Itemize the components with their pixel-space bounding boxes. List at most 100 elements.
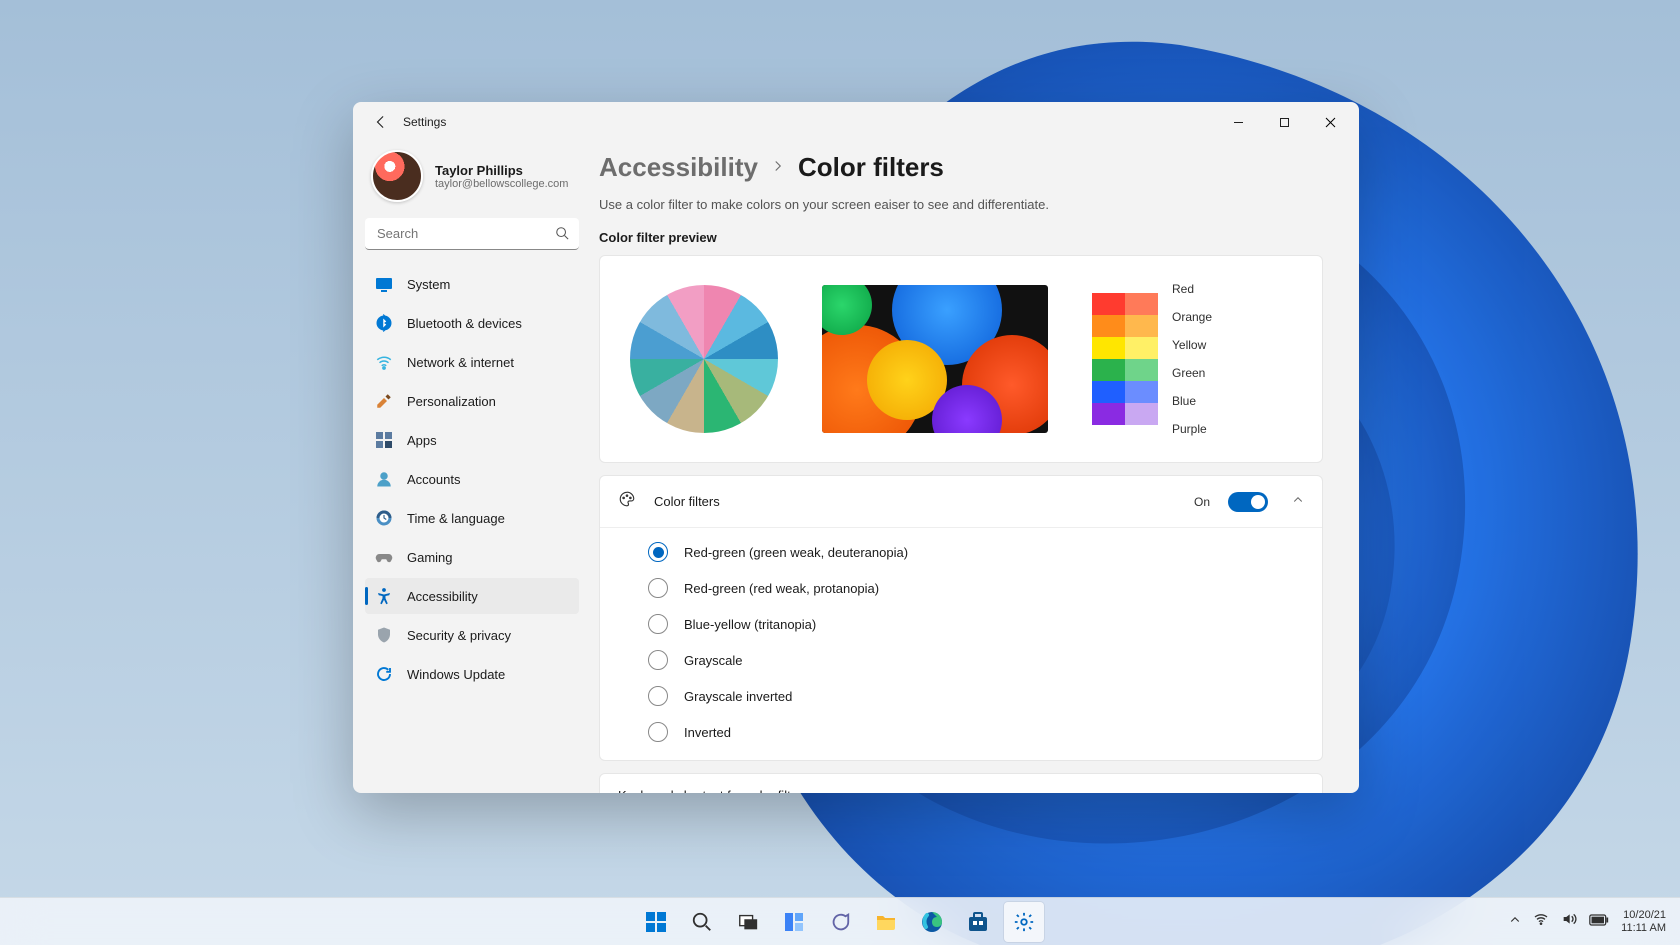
tray-overflow-icon[interactable] [1509, 913, 1521, 931]
back-button[interactable] [369, 110, 393, 134]
widgets-button[interactable] [774, 902, 814, 942]
system-icon [375, 275, 393, 293]
taskbar: 10/20/21 11:11 AM [0, 897, 1680, 945]
sidebar-item-label: Windows Update [407, 667, 505, 682]
color-filters-header[interactable]: Color filters On [600, 476, 1322, 528]
swatch [1092, 315, 1125, 337]
sidebar-item-update[interactable]: Windows Update [365, 656, 579, 692]
color-swatches: RedOrangeYellowGreenBluePurple [1092, 278, 1212, 440]
clock[interactable]: 10/20/21 11:11 AM [1621, 909, 1666, 935]
filter-option-label: Blue-yellow (tritanopia) [684, 617, 816, 632]
settings-window: Settings Taylor Phillips taylor@bellowsc… [353, 102, 1359, 793]
filter-option-label: Grayscale inverted [684, 689, 792, 704]
accounts-icon [375, 470, 393, 488]
swatch [1125, 359, 1158, 381]
swatch-label: Orange [1172, 306, 1212, 328]
sidebar-item-label: Network & internet [407, 355, 514, 370]
sidebar-item-personalization[interactable]: Personalization [365, 383, 579, 419]
profile-name: Taylor Phillips [435, 163, 568, 178]
volume-icon[interactable] [1561, 911, 1577, 932]
chevron-up-icon [1292, 493, 1304, 511]
sidebar-item-label: Apps [407, 433, 437, 448]
radio-icon [648, 614, 668, 634]
preview-label: Color filter preview [599, 230, 1323, 245]
filter-option[interactable]: Blue-yellow (tritanopia) [648, 606, 1322, 642]
filter-option[interactable]: Inverted [648, 714, 1322, 750]
nav: System Bluetooth & devices Network & inter… [365, 266, 579, 692]
shortcut-header[interactable]: Keyboard shortcut for color filters Pres… [600, 774, 1322, 793]
sidebar-item-bluetooth[interactable]: Bluetooth & devices [365, 305, 579, 341]
breadcrumb-parent[interactable]: Accessibility [599, 152, 758, 183]
content: Accessibility Color filters Use a color … [591, 142, 1359, 793]
page-description: Use a color filter to make colors on you… [599, 197, 1323, 212]
shortcut-title: Keyboard shortcut for color filters [618, 788, 1212, 793]
start-button[interactable] [636, 902, 676, 942]
filter-option[interactable]: Grayscale [648, 642, 1322, 678]
shield-icon [375, 626, 393, 644]
store-button[interactable] [958, 902, 998, 942]
edge-button[interactable] [912, 902, 952, 942]
swatch [1092, 293, 1125, 315]
settings-taskbar-button[interactable] [1004, 902, 1044, 942]
filter-option[interactable]: Red-green (green weak, deuteranopia) [648, 534, 1322, 570]
network-icon [375, 353, 393, 371]
sidebar-item-label: Gaming [407, 550, 453, 565]
bluetooth-icon [375, 314, 393, 332]
profile-email: taylor@bellowscollege.com [435, 178, 568, 190]
close-button[interactable] [1307, 106, 1353, 138]
gaming-icon [375, 548, 393, 566]
radio-icon [648, 542, 668, 562]
color-wheel [630, 285, 778, 433]
taskbar-search-button[interactable] [682, 902, 722, 942]
swatch [1125, 293, 1158, 315]
palette-icon [618, 490, 636, 513]
breadcrumb: Accessibility Color filters [599, 152, 1323, 183]
filter-option[interactable]: Grayscale inverted [648, 678, 1322, 714]
sidebar-item-label: Accounts [407, 472, 460, 487]
sidebar-item-label: Security & privacy [407, 628, 511, 643]
swatch [1125, 337, 1158, 359]
sidebar-item-label: Time & language [407, 511, 505, 526]
sidebar-item-shield[interactable]: Security & privacy [365, 617, 579, 653]
color-filters-card: Color filters On Red-green (green weak, … [599, 475, 1323, 761]
sample-photo [822, 285, 1048, 433]
sidebar-item-time[interactable]: Time & language [365, 500, 579, 536]
swatch-label: Green [1172, 362, 1212, 384]
titlebar: Settings [353, 102, 1359, 142]
taskbar-center [636, 902, 1044, 942]
file-explorer-button[interactable] [866, 902, 906, 942]
user-profile[interactable]: Taylor Phillips taylor@bellowscollege.co… [365, 142, 579, 218]
search-input[interactable] [365, 218, 579, 250]
clock-time: 11:11 AM [1621, 922, 1666, 935]
sidebar-item-gaming[interactable]: Gaming [365, 539, 579, 575]
chat-button[interactable] [820, 902, 860, 942]
sidebar-item-label: Bluetooth & devices [407, 316, 522, 331]
window-title: Settings [403, 115, 446, 129]
sidebar-item-accessibility[interactable]: Accessibility [365, 578, 579, 614]
sidebar-item-label: Accessibility [407, 589, 478, 604]
sidebar-item-accounts[interactable]: Accounts [365, 461, 579, 497]
sidebar-item-apps[interactable]: Apps [365, 422, 579, 458]
accessibility-icon [375, 587, 393, 605]
filter-option[interactable]: Red-green (red weak, protanopia) [648, 570, 1322, 606]
sidebar: Taylor Phillips taylor@bellowscollege.co… [353, 142, 591, 793]
radio-icon [648, 722, 668, 742]
sidebar-item-system[interactable]: System [365, 266, 579, 302]
wifi-icon[interactable] [1533, 911, 1549, 932]
sidebar-item-label: System [407, 277, 450, 292]
color-filters-state: On [1194, 495, 1210, 509]
battery-icon[interactable] [1589, 913, 1609, 931]
swatch-label: Red [1172, 278, 1212, 300]
task-view-button[interactable] [728, 902, 768, 942]
shortcut-card: Keyboard shortcut for color filters Pres… [599, 773, 1323, 793]
sidebar-item-network[interactable]: Network & internet [365, 344, 579, 380]
avatar [371, 150, 423, 202]
swatch [1092, 337, 1125, 359]
filter-option-label: Grayscale [684, 653, 743, 668]
maximize-button[interactable] [1261, 106, 1307, 138]
swatch-label: Purple [1172, 418, 1212, 440]
color-filters-toggle[interactable] [1228, 492, 1268, 512]
filter-options: Red-green (green weak, deuteranopia)Red-… [600, 528, 1322, 760]
minimize-button[interactable] [1215, 106, 1261, 138]
sidebar-item-label: Personalization [407, 394, 496, 409]
